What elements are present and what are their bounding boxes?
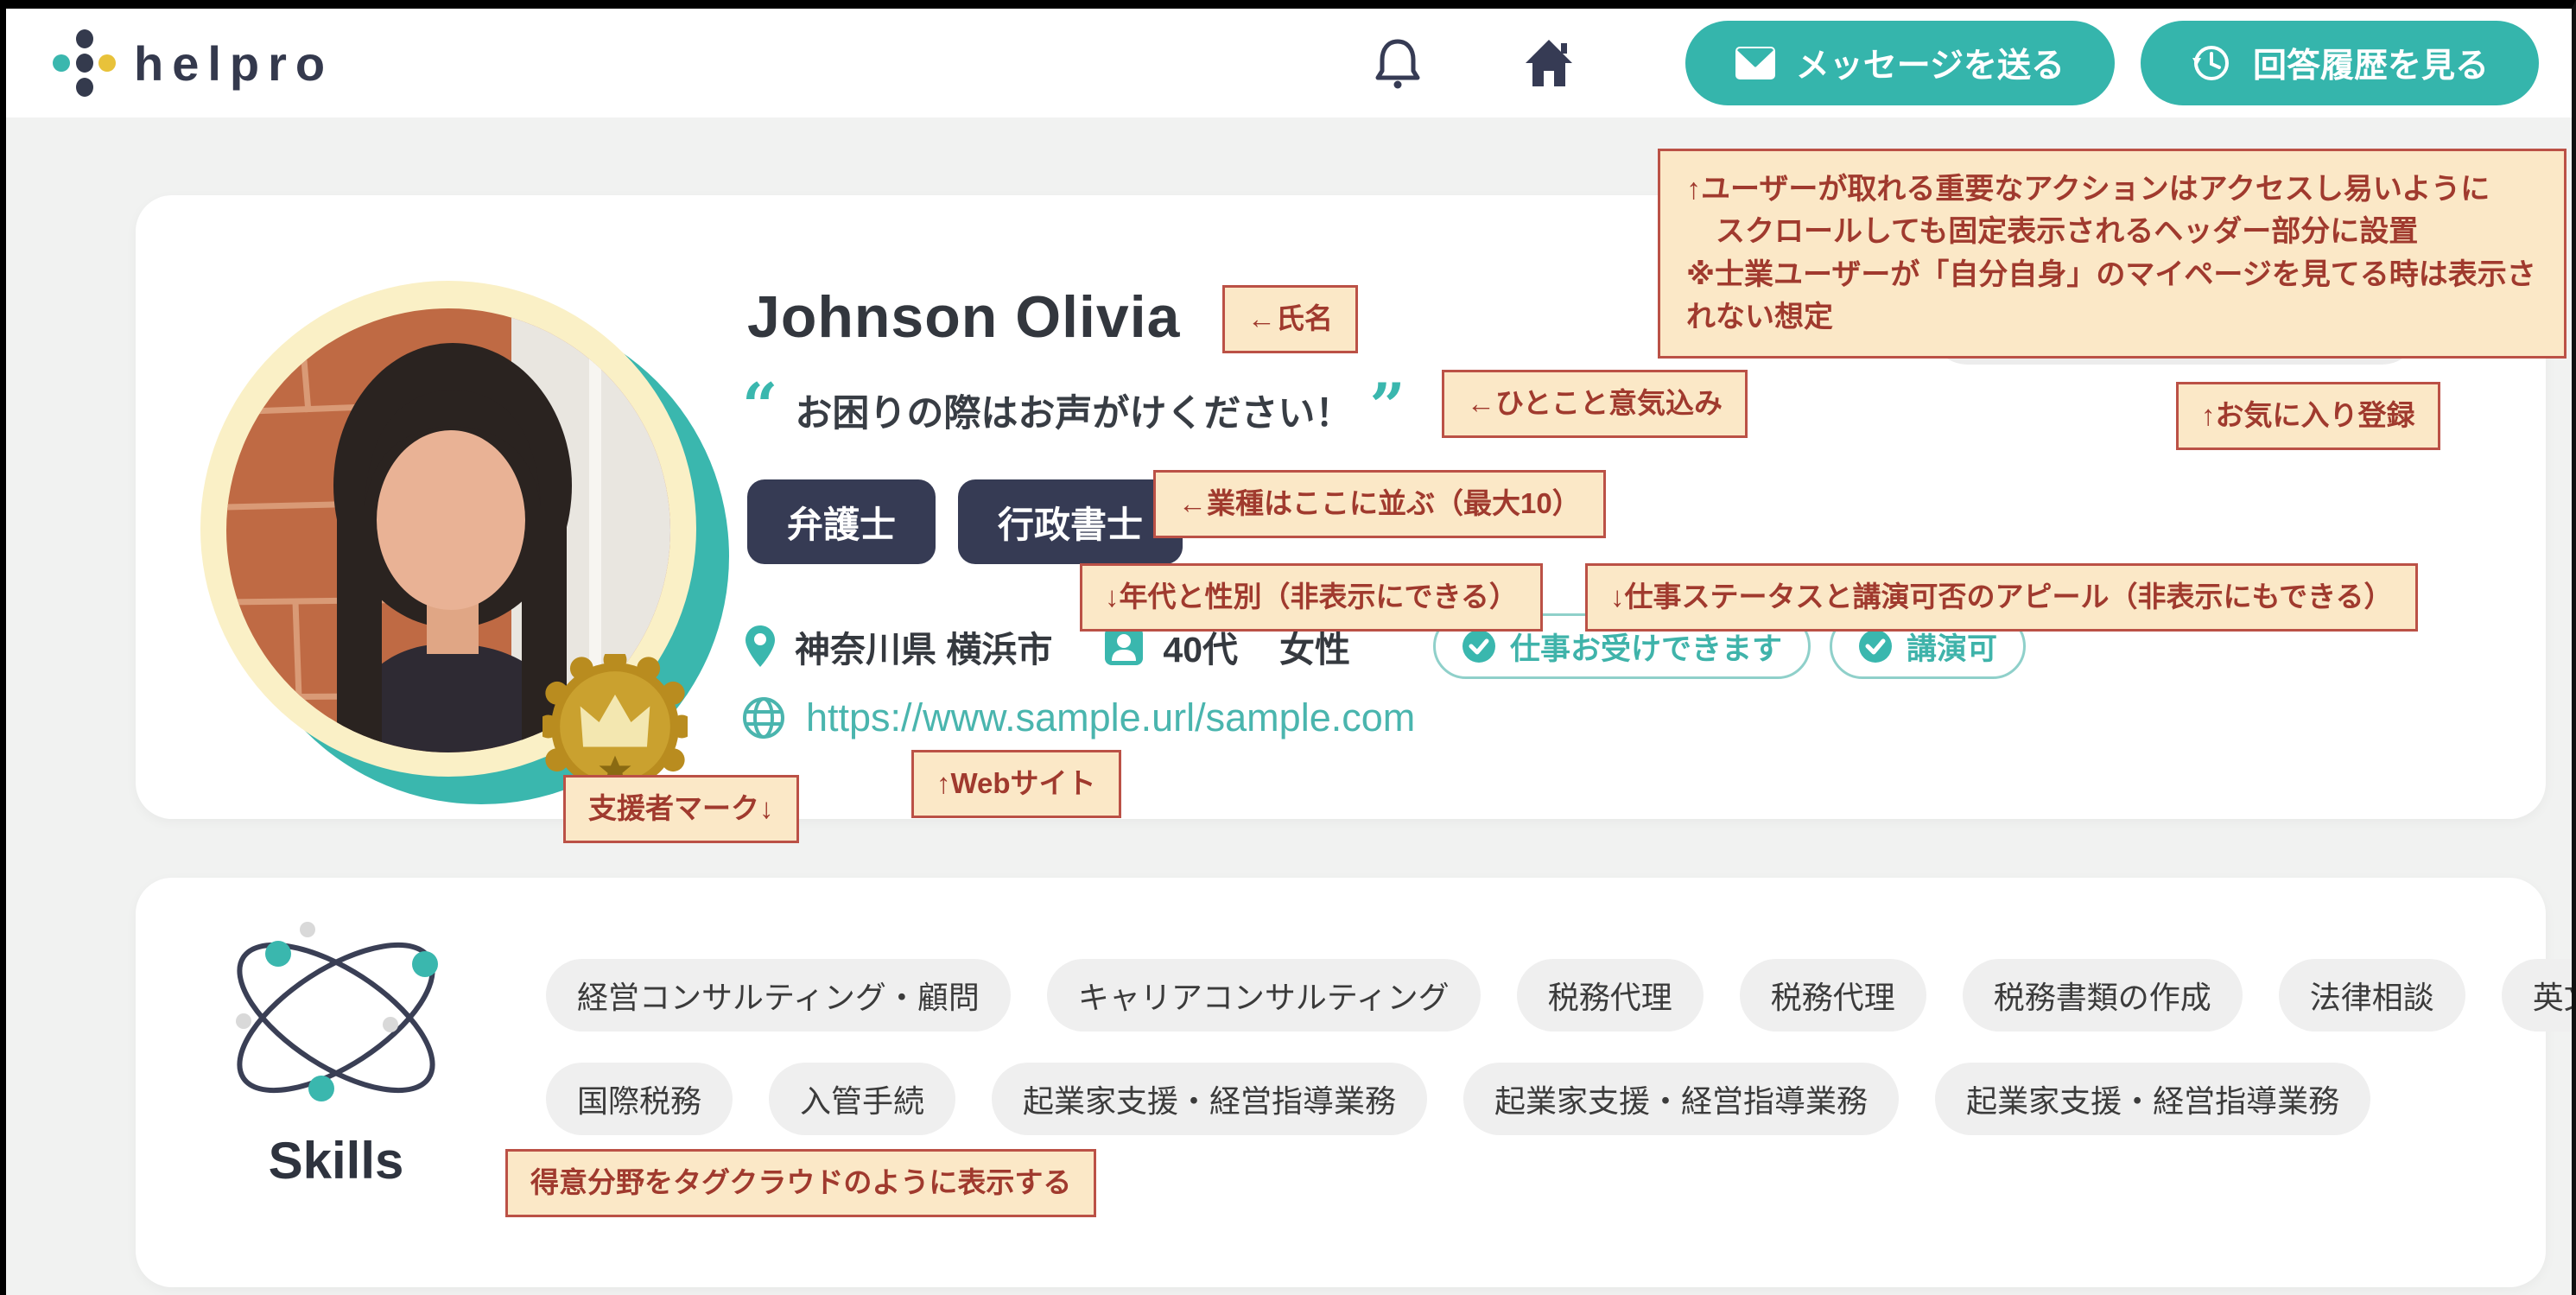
header-annotation-line2: スクロールしても固定表示されるヘッダー部分に設置 <box>1686 211 2538 253</box>
skill-tag: キャリアコンサルティング <box>1047 959 1481 1032</box>
skill-tag: 税務代理 <box>1517 959 1704 1032</box>
motto-text: お困りの際はお声がけください！ <box>795 375 1352 437</box>
view-history-label: 回答履歴を見る <box>2253 39 2489 87</box>
industry-badge-gyoseishoshi: 行政書士 <box>958 479 1183 564</box>
header-annotation-line1: ↑ユーザーが取れる重要なアクションはアクセスし易いように <box>1686 168 2538 211</box>
header-annotation: ↑ユーザーが取れる重要なアクションはアクセスし易いように スクロールしても固定表… <box>1658 149 2566 359</box>
check-circle-icon <box>1858 629 1893 663</box>
profile-name: Johnson Olivia <box>747 283 1180 351</box>
favorite-annotation: ↑お気に入り登録 <box>2176 382 2440 450</box>
skills-tags-row-1: 経営コンサルティング・顧問 キャリアコンサルティング 税務代理 税務代理 税務書… <box>546 959 2576 1032</box>
skill-tag: 起業家支援・経営指導業務 <box>1935 1063 2370 1135</box>
view-history-button[interactable]: 回答履歴を見る <box>2141 21 2539 105</box>
motto-row: “ お困りの際はお声がけください！ ” <box>742 375 1405 437</box>
home-button[interactable] <box>1523 37 1575 89</box>
globe-icon <box>742 696 785 740</box>
logo-wordmark: helpro <box>134 35 333 92</box>
skill-tag: 国際税務 <box>546 1063 733 1135</box>
skill-tag: 起業家支援・経営指導業務 <box>1463 1063 1899 1135</box>
skills-section-header: Skills <box>189 917 483 1190</box>
page: helpro メッセージを送る <box>0 0 2576 1295</box>
helpro-logo-icon <box>51 26 118 100</box>
status-annotation: ↓仕事ステータスと講演可否のアピール（非表示にもできる） <box>1585 563 2418 632</box>
app-header: helpro メッセージを送る <box>6 9 2572 117</box>
quote-open-mark: “ <box>742 375 777 418</box>
industry-badge-lawyer: 弁護士 <box>747 479 936 564</box>
skill-tag: 入管手続 <box>769 1063 955 1135</box>
person-icon <box>1104 626 1144 666</box>
home-icon <box>1523 37 1575 89</box>
helpro-logo[interactable]: helpro <box>51 26 333 100</box>
map-pin-icon <box>745 625 776 668</box>
send-message-label: メッセージを送る <box>1796 39 2065 87</box>
atom-icon <box>211 917 461 1118</box>
industry-badges: 弁護士 行政書士 <box>747 479 1183 564</box>
send-message-button[interactable]: メッセージを送る <box>1685 21 2115 105</box>
skill-tag: 税務書類の作成 <box>1963 959 2243 1032</box>
skill-tag: 起業家支援・経営指導業務 <box>992 1063 1427 1135</box>
name-annotation: ←氏名 <box>1222 285 1358 353</box>
quote-close-mark: ” <box>1369 375 1405 418</box>
mail-icon <box>1735 47 1775 79</box>
skill-tag: 経営コンサルティング・顧問 <box>546 959 1011 1032</box>
age-gender-annotation: ↓年代と性別（非表示にできる） <box>1080 563 1543 632</box>
notification-bell-button[interactable] <box>1374 36 1421 90</box>
website-annotation: ↑Webサイト <box>911 750 1121 818</box>
website-link[interactable]: https://www.sample.url/sample.com <box>806 695 1415 740</box>
motto-annotation: ←ひとこと意気込み <box>1442 370 1748 438</box>
bell-icon <box>1374 36 1421 90</box>
skills-tags-row-2: 国際税務 入管手続 起業家支援・経営指導業務 起業家支援・経営指導業務 起業家支… <box>546 1063 2370 1135</box>
profile-avatar: 支援者マーク↓ <box>200 281 729 809</box>
header-annotation-line3: ※士業ユーザーが「自分自身」のマイページを見てる時は表示されない想定 <box>1686 254 2538 340</box>
industry-annotation: ←業種はここに並ぶ（最大10） <box>1153 470 1606 538</box>
skill-tag: 税務代理 <box>1740 959 1926 1032</box>
skills-annotation: 得意分野をタグクラウドのように表示する <box>505 1149 1096 1217</box>
skills-title: Skills <box>189 1131 483 1190</box>
skill-tag: 法律相談 <box>2279 959 2465 1032</box>
supporter-annotation: 支援者マーク↓ <box>563 775 799 843</box>
check-circle-icon <box>1462 629 1496 663</box>
website-row: https://www.sample.url/sample.com <box>742 695 1415 740</box>
history-clock-icon <box>2191 42 2232 84</box>
location-text: 神奈川県 横浜市 <box>795 620 1052 672</box>
skill-tag: 英文会計 <box>2502 959 2576 1032</box>
